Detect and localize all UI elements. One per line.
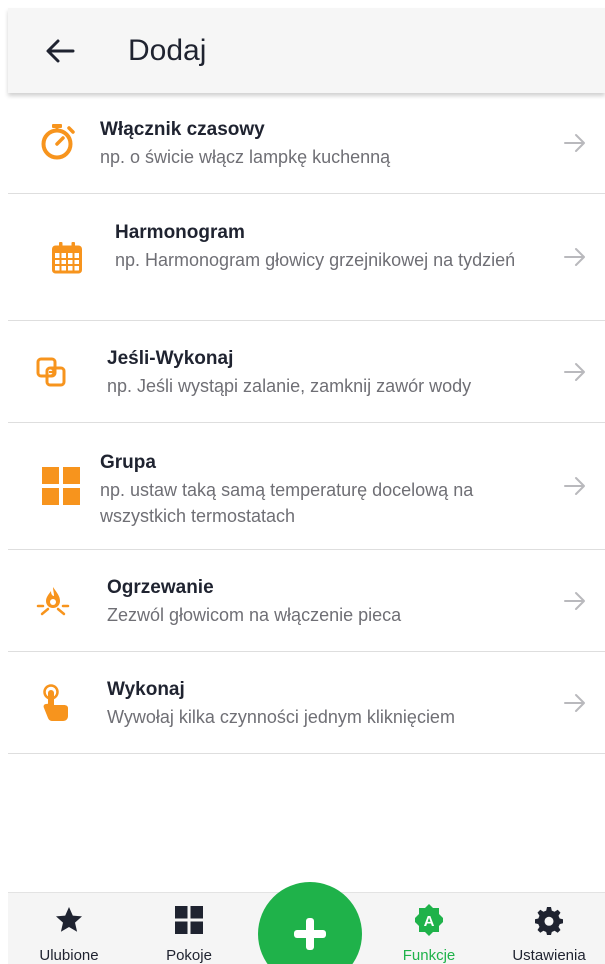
flame-icon [36, 584, 70, 618]
list-item-timer[interactable]: Włącznik czasowy np. o świcie włącz lamp… [8, 93, 605, 194]
item-title: Ogrzewanie [107, 577, 214, 598]
arrow-right-icon [561, 689, 589, 717]
arrow-right-icon [561, 129, 589, 157]
item-description: np. Harmonogram głowicy grzejnikowej na … [115, 250, 516, 270]
list-item-schedule[interactable]: Harmonogram np. Harmonogram głowicy grze… [8, 194, 605, 321]
nav-label: Ustawienia [512, 947, 586, 964]
grid-icon [175, 905, 203, 935]
plus-icon [294, 918, 326, 950]
calendar-icon [50, 240, 84, 276]
back-button[interactable] [35, 26, 85, 76]
if-then-icon [36, 357, 66, 387]
grid-icon [42, 467, 80, 505]
item-description: np. Jeśli wystąpi zalanie, zamknij zawór… [107, 376, 472, 396]
item-title: Harmonogram [115, 222, 245, 243]
nav-item-settings[interactable]: Ustawienia [494, 893, 604, 964]
automation-badge-icon: A [412, 904, 446, 936]
arrow-right-icon [561, 472, 589, 500]
item-description: Zezwól głowicom na włączenie pieca [107, 605, 402, 625]
page-title: Dodaj [128, 33, 207, 67]
nav-item-functions[interactable]: A Funkcje [374, 893, 484, 964]
item-title: Wykonaj [107, 679, 185, 700]
star-icon [54, 905, 84, 935]
svg-text:A: A [424, 913, 435, 930]
nav-item-rooms[interactable]: Pokoje [134, 893, 244, 964]
list-item-if-then[interactable]: Jeśli-Wykonaj np. Jeśli wystąpi zalanie,… [8, 321, 605, 423]
nav-label: Pokoje [166, 947, 212, 964]
item-title: Grupa [100, 452, 156, 473]
item-description: np. ustaw taką samą temperaturę docelową… [100, 480, 474, 526]
item-description: Wywołaj kilka czynności jednym kliknięci… [107, 707, 455, 727]
stopwatch-icon [36, 120, 78, 162]
list-item-heating[interactable]: Ogrzewanie Zezwól głowicom na włączenie … [8, 550, 605, 652]
gear-icon [534, 905, 564, 935]
arrow-right-icon [561, 358, 589, 386]
tap-hand-icon [40, 684, 70, 722]
list-item-group[interactable]: Grupa np. ustaw taką samą temperaturę do… [8, 423, 605, 550]
header: Dodaj [8, 8, 605, 93]
nav-label: Ulubione [39, 947, 99, 964]
item-title: Włącznik czasowy [100, 119, 265, 140]
add-options-list: Włącznik czasowy np. o świcie włącz lamp… [8, 93, 605, 754]
arrow-left-icon [46, 39, 75, 62]
item-description: np. o świcie włącz lampkę kuchenną [100, 147, 391, 167]
nav-label: Funkcje [402, 947, 456, 964]
arrow-right-icon [561, 243, 589, 271]
arrow-right-icon [561, 587, 589, 615]
app-screen: Dodaj Włącznik czasowy np. o świcie włąc… [0, 0, 605, 964]
nav-item-favorites[interactable]: Ulubione [14, 893, 124, 964]
item-title: Jeśli-Wykonaj [107, 348, 234, 369]
list-item-execute[interactable]: Wykonaj Wywołaj kilka czynności jednym k… [8, 652, 605, 754]
